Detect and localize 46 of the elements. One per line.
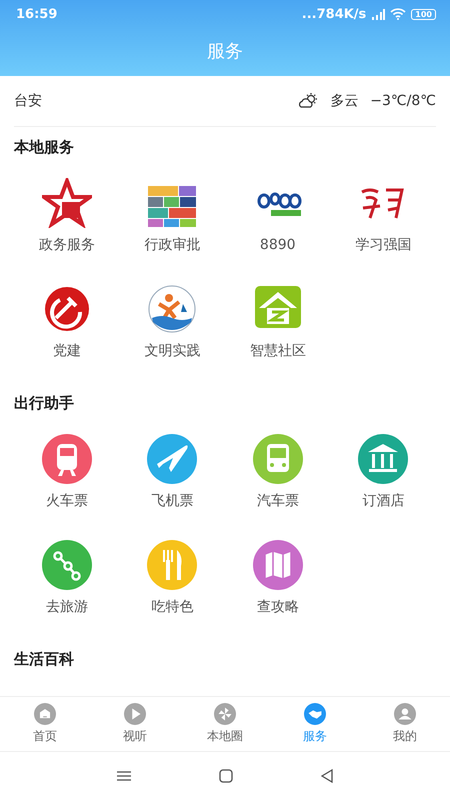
guide-circle-icon[interactable] (252, 540, 303, 590)
service-label: 8890 (260, 237, 296, 253)
service-label: 查攻略 (256, 598, 299, 616)
play-icon (124, 703, 146, 725)
tab-bar-item[interactable]: 视听 (90, 697, 180, 751)
user-icon (394, 703, 416, 725)
route-circle-icon[interactable] (42, 540, 92, 590)
tab-bar-item[interactable]: 我的 (360, 697, 450, 751)
hotel-circle-icon[interactable] (358, 434, 408, 484)
service-label: 飞机票 (151, 492, 194, 510)
menu-icon[interactable] (117, 771, 131, 781)
service-label: 行政审批 (144, 236, 200, 254)
pinwheel-icon (214, 703, 236, 725)
network-speed: ...784K/s (302, 6, 366, 22)
service-label: 订酒店 (362, 492, 404, 510)
home-square-icon[interactable] (219, 769, 233, 783)
service-label: 汽车票 (256, 492, 299, 510)
service-label: 吃特色 (151, 598, 194, 616)
service-label: 党建 (52, 342, 81, 360)
page-title: 服务 (206, 40, 244, 64)
tab-bar-item[interactable]: 服务 (270, 697, 360, 751)
section-title: 本地服务 (14, 137, 75, 158)
section-title: 出行助手 (14, 393, 75, 414)
section-title: 生活百科 (14, 649, 75, 670)
service-label: 政务服务 (38, 236, 95, 254)
city-name[interactable]: 台安 (14, 92, 42, 110)
home-icon (34, 703, 56, 725)
tab-bar-item[interactable]: 本地圈 (180, 697, 270, 751)
battery-icon: 100 (411, 8, 436, 20)
back-icon[interactable] (321, 769, 333, 783)
cloudy-weather-icon (298, 93, 318, 109)
star-logo-icon[interactable] (42, 178, 92, 228)
service-label: 火车票 (46, 492, 88, 510)
plane-circle-icon[interactable] (147, 434, 198, 484)
status-time: 16:59 (16, 6, 58, 22)
service-label: 学习强国 (355, 236, 412, 254)
train-circle-icon[interactable] (42, 434, 92, 484)
wifi-icon (390, 8, 406, 20)
signal-icon (371, 8, 386, 20)
service-label: 智慧社区 (250, 342, 306, 360)
service-label: 文明实践 (144, 342, 200, 360)
temperature-range: −3℃/8℃ (370, 93, 436, 109)
weather-condition: 多云 (330, 92, 358, 110)
waves-emblem-icon[interactable] (147, 284, 198, 334)
service-label: 去旅游 (46, 598, 88, 616)
tab-bar-item[interactable]: 首页 (0, 697, 90, 751)
